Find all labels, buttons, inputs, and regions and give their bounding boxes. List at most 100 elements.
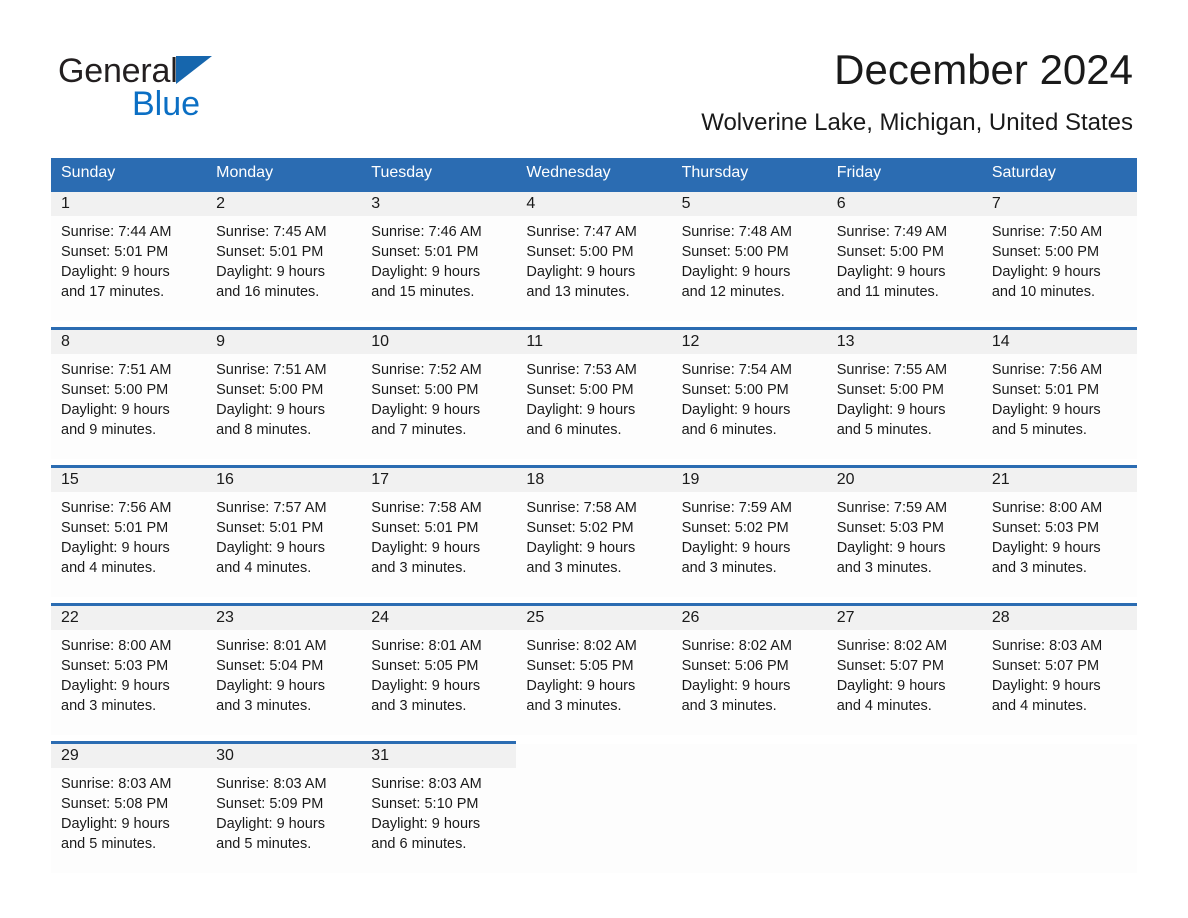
day-detail-cell[interactable]: Sunrise: 8:03 AM Sunset: 5:10 PM Daylight:…	[361, 768, 517, 873]
day-daylight-line2-text: and 5 minutes.	[61, 836, 157, 852]
day-number-cell[interactable]: 29	[51, 741, 207, 768]
day-sunset-text: Sunset: 5:00 PM	[836, 244, 944, 260]
day-detail-cell[interactable]: Sunrise: 8:03 AM Sunset: 5:09 PM Daylight:…	[206, 768, 362, 873]
day-detail-cell[interactable]: Sunrise: 8:00 AM Sunset: 5:03 PM Daylight:…	[981, 492, 1137, 597]
day-sunset-text: Sunset: 5:05 PM	[526, 658, 634, 674]
day-number-cell[interactable]: 13	[826, 327, 982, 354]
day-number-cell[interactable]: 17	[361, 465, 517, 492]
day-number-cell[interactable]: 30	[206, 741, 362, 768]
day-detail-cell[interactable]: Sunrise: 7:52 AM Sunset: 5:00 PM Daylight:…	[361, 354, 517, 459]
day-number-cell[interactable]: 24	[361, 603, 517, 630]
day-sunrise-text: Sunrise: 7:48 AM	[681, 224, 792, 240]
day-detail-cell[interactable]: Sunrise: 8:02 AM Sunset: 5:05 PM Daylight:…	[516, 630, 672, 735]
day-number-cell[interactable]: 22	[51, 603, 207, 630]
day-daylight-line2-text: and 3 minutes.	[836, 560, 932, 576]
day-detail-cell[interactable]: Sunrise: 7:56 AM Sunset: 5:01 PM Daylight:…	[51, 492, 207, 597]
day-sunset-text: Sunset: 5:00 PM	[836, 382, 944, 398]
day-daylight-line1-text: Daylight: 9 hours	[991, 402, 1101, 418]
day-daylight-line2-text: and 13 minutes.	[526, 284, 630, 300]
day-detail-cell[interactable]: Sunrise: 8:00 AM Sunset: 5:03 PM Daylight:…	[51, 630, 207, 735]
day-detail-cell[interactable]: Sunrise: 7:47 AM Sunset: 5:00 PM Daylight:…	[516, 216, 672, 321]
day-number-cell[interactable]: 28	[981, 603, 1137, 630]
week-spacer-cell	[51, 321, 1137, 329]
day-detail-cell[interactable]: Sunrise: 8:02 AM Sunset: 5:06 PM Daylight:…	[671, 630, 827, 735]
day-daylight-line2-text: and 3 minutes.	[991, 560, 1087, 576]
day-detail-cell[interactable]: Sunrise: 8:03 AM Sunset: 5:08 PM Daylight:…	[51, 768, 207, 873]
day-number-cell[interactable]: 1	[51, 189, 207, 216]
day-detail-cell[interactable]: Sunrise: 7:57 AM Sunset: 5:01 PM Daylight:…	[206, 492, 362, 597]
day-daylight-line1-text: Daylight: 9 hours	[991, 678, 1101, 694]
day-number-cell[interactable]: 19	[671, 465, 827, 492]
day-sunrise-text: Sunrise: 7:51 AM	[61, 362, 172, 378]
day-number-cell[interactable]: 7	[981, 189, 1137, 216]
day-daylight-line1-text: Daylight: 9 hours	[526, 402, 636, 418]
day-number-row: 29 30 31	[51, 741, 1137, 768]
general-blue-logo[interactable]: General Blue	[58, 52, 378, 124]
day-daylight-line2-text: and 10 minutes.	[991, 284, 1096, 300]
day-number-cell[interactable]: 26	[671, 603, 827, 630]
day-number-cell[interactable]: 15	[51, 465, 207, 492]
day-number-cell[interactable]: 25	[516, 603, 672, 630]
day-daylight-line2-text: and 4 minutes.	[991, 698, 1087, 714]
day-detail-cell[interactable]: Sunrise: 8:01 AM Sunset: 5:04 PM Daylight:…	[206, 630, 362, 735]
day-detail-row: Sunrise: 7:51 AM Sunset: 5:00 PM Daylight:…	[51, 354, 1137, 459]
day-daylight-line1-text: Daylight: 9 hours	[836, 402, 946, 418]
day-number-cell[interactable]: 6	[826, 189, 982, 216]
day-detail-row: Sunrise: 8:00 AM Sunset: 5:03 PM Daylight:…	[51, 630, 1137, 735]
day-number-cell[interactable]: 8	[51, 327, 207, 354]
day-detail-cell[interactable]: Sunrise: 8:02 AM Sunset: 5:07 PM Daylight:…	[826, 630, 982, 735]
day-daylight-line1-text: Daylight: 9 hours	[526, 264, 636, 280]
day-number-cell[interactable]: 10	[361, 327, 517, 354]
day-number-cell[interactable]: 31	[361, 741, 517, 768]
logo-top-row: General	[58, 52, 378, 90]
day-number-cell[interactable]: 21	[981, 465, 1137, 492]
day-number-cell[interactable]: 11	[516, 327, 672, 354]
day-detail-cell-empty	[826, 768, 982, 873]
day-number-cell[interactable]: 16	[206, 465, 362, 492]
day-detail-cell[interactable]: Sunrise: 7:50 AM Sunset: 5:00 PM Daylight:…	[981, 216, 1137, 321]
day-daylight-line2-text: and 3 minutes.	[681, 560, 777, 576]
day-number-cell-empty	[516, 741, 672, 768]
day-detail-cell[interactable]: Sunrise: 7:58 AM Sunset: 5:01 PM Daylight:…	[361, 492, 517, 597]
day-sunrise-text: Sunrise: 8:01 AM	[216, 638, 327, 654]
day-number-cell[interactable]: 20	[826, 465, 982, 492]
day-number-cell[interactable]: 27	[826, 603, 982, 630]
day-sunset-text: Sunset: 5:07 PM	[836, 658, 944, 674]
week-spacer-cell	[51, 597, 1137, 605]
day-sunrise-text: Sunrise: 7:46 AM	[371, 224, 482, 240]
day-sunrise-text: Sunrise: 7:59 AM	[681, 500, 792, 516]
day-detail-cell[interactable]: Sunrise: 7:53 AM Sunset: 5:00 PM Daylight:…	[516, 354, 672, 459]
day-detail-cell[interactable]: Sunrise: 7:45 AM Sunset: 5:01 PM Daylight:…	[206, 216, 362, 321]
day-number-cell[interactable]: 18	[516, 465, 672, 492]
day-detail-cell[interactable]: Sunrise: 7:59 AM Sunset: 5:02 PM Daylight:…	[671, 492, 827, 597]
day-number-row: 8 9 10 11 12 13 14	[51, 327, 1137, 354]
day-number-cell[interactable]: 3	[361, 189, 517, 216]
day-detail-cell[interactable]: Sunrise: 7:48 AM Sunset: 5:00 PM Daylight:…	[671, 216, 827, 321]
day-number-cell[interactable]: 14	[981, 327, 1137, 354]
day-detail-cell[interactable]: Sunrise: 7:58 AM Sunset: 5:02 PM Daylight:…	[516, 492, 672, 597]
day-detail-cell[interactable]: Sunrise: 7:51 AM Sunset: 5:00 PM Daylight:…	[51, 354, 207, 459]
day-sunset-text: Sunset: 5:02 PM	[526, 520, 634, 536]
day-detail-cell[interactable]: Sunrise: 7:56 AM Sunset: 5:01 PM Daylight:…	[981, 354, 1137, 459]
day-number-cell[interactable]: 5	[671, 189, 827, 216]
day-detail-cell[interactable]: Sunrise: 7:44 AM Sunset: 5:01 PM Daylight:…	[51, 216, 207, 321]
day-daylight-line2-text: and 6 minutes.	[526, 422, 622, 438]
day-detail-cell[interactable]: Sunrise: 8:03 AM Sunset: 5:07 PM Daylight:…	[981, 630, 1137, 735]
day-number-cell[interactable]: 12	[671, 327, 827, 354]
day-daylight-line1-text: Daylight: 9 hours	[216, 264, 325, 280]
day-detail-cell[interactable]: Sunrise: 8:01 AM Sunset: 5:05 PM Daylight:…	[361, 630, 517, 735]
day-daylight-line1-text: Daylight: 9 hours	[526, 540, 636, 556]
day-number-cell[interactable]: 2	[206, 189, 362, 216]
day-detail-cell[interactable]: Sunrise: 7:54 AM Sunset: 5:00 PM Daylight:…	[671, 354, 827, 459]
day-detail-cell[interactable]: Sunrise: 7:51 AM Sunset: 5:00 PM Daylight:…	[206, 354, 362, 459]
day-number-cell[interactable]: 9	[206, 327, 362, 354]
day-number-cell[interactable]: 4	[516, 189, 672, 216]
day-detail-cell[interactable]: Sunrise: 7:46 AM Sunset: 5:01 PM Daylight:…	[361, 216, 517, 321]
day-number-cell[interactable]: 23	[206, 603, 362, 630]
day-detail-cell[interactable]: Sunrise: 7:55 AM Sunset: 5:00 PM Daylight:…	[826, 354, 982, 459]
weekday-header-wednesday: Wednesday	[516, 158, 672, 191]
day-sunset-text: Sunset: 5:09 PM	[216, 796, 324, 812]
day-daylight-line1-text: Daylight: 9 hours	[216, 540, 325, 556]
day-detail-cell[interactable]: Sunrise: 7:49 AM Sunset: 5:00 PM Daylight:…	[826, 216, 982, 321]
day-detail-cell[interactable]: Sunrise: 7:59 AM Sunset: 5:03 PM Daylight:…	[826, 492, 982, 597]
